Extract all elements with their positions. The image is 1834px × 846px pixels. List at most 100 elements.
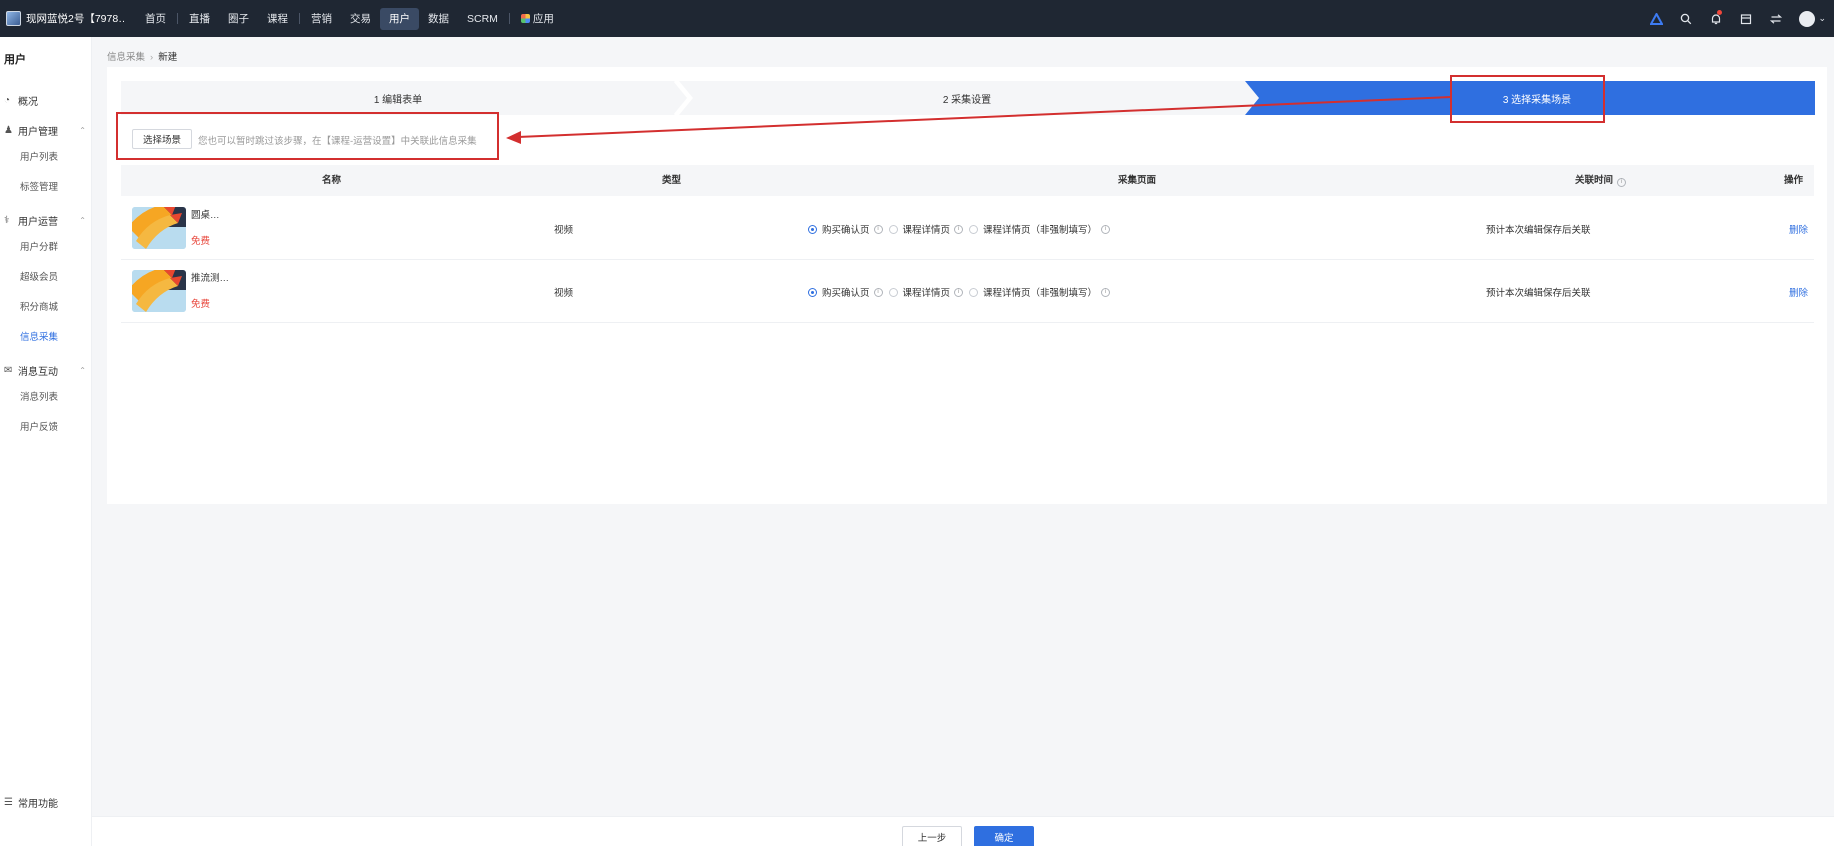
course-name[interactable]: 圆桌… xyxy=(191,207,220,221)
sidebar-item-user-feedback[interactable]: 用户反馈 xyxy=(20,419,58,433)
col-time-label: 关联时间 xyxy=(1575,175,1614,186)
sidebar-item-user-segment[interactable]: 用户分群 xyxy=(20,239,58,253)
relate-time: 预计本次编辑保存后关联 xyxy=(1486,225,1591,236)
breadcrumb-parent[interactable]: 信息采集 xyxy=(107,52,145,63)
course-name[interactable]: 推流测… xyxy=(191,270,229,284)
nav-scrm[interactable]: SCRM xyxy=(458,8,507,30)
user-ops-icon: ⚕ xyxy=(4,215,10,226)
search-icon[interactable] xyxy=(1671,0,1701,37)
sidebar-item-super-member[interactable]: 超级会员 xyxy=(20,269,58,283)
radio-label: 购买确认页 xyxy=(822,225,870,236)
top-right-tools: ⌄ xyxy=(1641,0,1834,37)
sidebar-item-user-list[interactable]: 用户列表 xyxy=(20,149,58,163)
radio-course-detail-optional[interactable]: 课程详情页（非强制填写） i xyxy=(969,285,1111,299)
course-type: 视频 xyxy=(554,225,574,236)
message-icon: ✉ xyxy=(4,365,13,376)
breadcrumb-current: 新建 xyxy=(158,52,178,63)
brand-name: 现网蓝悦2号【7978… xyxy=(26,13,126,25)
sidebar-item-label: 概况 xyxy=(18,97,38,108)
radio-purchase-confirm[interactable]: 购买确认页 i xyxy=(808,222,883,236)
sidebar-group-user-manage[interactable]: ♟ 用户管理 ⌃ xyxy=(4,123,88,138)
radio-label: 课程详情页（非强制填写） xyxy=(983,288,1098,299)
info-icon[interactable]: i xyxy=(1101,224,1111,234)
radio-purchase-confirm[interactable]: 购买确认页 i xyxy=(808,285,883,299)
chevron-up-icon: ⌃ xyxy=(79,126,86,135)
info-icon[interactable]: i xyxy=(1617,178,1627,187)
breadcrumb: 信息采集 › 新建 xyxy=(107,49,177,63)
delete-link[interactable]: 删除 xyxy=(1789,285,1808,299)
info-icon[interactable]: i xyxy=(873,224,883,234)
radio-checked-icon xyxy=(808,224,817,234)
relate-time: 预计本次编辑保存后关联 xyxy=(1486,288,1591,299)
col-page: 采集页面 xyxy=(1118,175,1157,186)
radio-label: 课程详情页 xyxy=(902,288,951,299)
nav-home[interactable]: 首页 xyxy=(136,8,175,30)
confirm-button[interactable]: 确定 xyxy=(974,826,1034,846)
radio-course-detail[interactable]: 课程详情页 i xyxy=(888,222,964,236)
nav-circle[interactable]: 圈子 xyxy=(219,8,258,30)
col-name: 名称 xyxy=(322,175,342,186)
bell-icon[interactable] xyxy=(1701,0,1731,37)
nav-trade[interactable]: 交易 xyxy=(341,8,380,30)
sidebar-item-overview[interactable]: ◔ 概况 xyxy=(4,93,88,108)
radio-label: 课程详情页 xyxy=(902,225,951,236)
radio-unchecked-icon xyxy=(969,287,979,297)
nav-divider xyxy=(508,13,510,24)
sidebar-bottom-label: 常用功能 xyxy=(18,799,58,810)
top-navigation-bar: 现网蓝悦2号【7978… 首页 直播 圈子 课程 营销 交易 用户 数据 SCR… xyxy=(0,0,1834,37)
nav-data[interactable]: 数据 xyxy=(419,8,458,30)
info-icon[interactable]: i xyxy=(954,224,964,234)
delete-link[interactable]: 删除 xyxy=(1789,222,1808,236)
sidebar-group-label: 用户管理 xyxy=(18,127,58,138)
collect-page-radio-group: 购买确认页 i 课程详情页 i 课程详情页（非强制填写） i xyxy=(808,285,1116,299)
col-time: 关联时间 i xyxy=(1575,165,1627,196)
nav-live[interactable]: 直播 xyxy=(180,8,219,30)
switch-icon[interactable] xyxy=(1761,0,1791,37)
info-icon[interactable]: i xyxy=(1101,287,1111,297)
step-3-select-scene[interactable]: 3 选择采集场景 xyxy=(1259,81,1815,115)
step-2-collect-settings[interactable]: 2 采集设置 xyxy=(689,81,1245,115)
course-price: 免费 xyxy=(191,299,211,310)
collect-page-radio-group: 购买确认页 i 课程详情页 i 课程详情页（非强制填写） i xyxy=(808,222,1116,236)
brand[interactable]: 现网蓝悦2号【7978… xyxy=(0,0,136,37)
sidebar-item-points-mall[interactable]: 积分商城 xyxy=(20,299,58,313)
table-row: 圆桌… 免费 视频 购买确认页 i 课程详情页 i 课程详情页（非强制填写） i 预计… xyxy=(121,197,1814,260)
sidebar-item-message-list[interactable]: 消息列表 xyxy=(20,389,58,403)
course-type: 视频 xyxy=(554,288,574,299)
table-header: 名称 类型 采集页面 关联时间 i 操作 xyxy=(121,165,1814,196)
sidebar-group-user-ops[interactable]: ⚕ 用户运营 ⌃ xyxy=(4,213,88,228)
col-action: 操作 xyxy=(1784,175,1804,186)
prev-step-button[interactable]: 上一步 xyxy=(902,826,962,846)
course-price: 免费 xyxy=(191,236,211,247)
select-scene-button[interactable]: 选择场景 xyxy=(132,129,192,149)
info-icon[interactable]: i xyxy=(873,287,883,297)
radio-course-detail[interactable]: 课程详情页 i xyxy=(888,285,964,299)
nav-apps-label: 应用 xyxy=(532,12,554,25)
course-thumbnail xyxy=(132,270,186,312)
chevron-up-icon: ⌃ xyxy=(79,216,86,225)
sidebar-item-tag-manage[interactable]: 标签管理 xyxy=(20,179,58,193)
nav-marketing[interactable]: 营销 xyxy=(302,8,341,30)
breadcrumb-separator-icon: › xyxy=(150,52,154,63)
radio-unchecked-icon xyxy=(969,224,979,234)
nav-user[interactable]: 用户 xyxy=(380,7,419,30)
table-row: 推流测… 免费 视频 购买确认页 i 课程详情页 i 课程详情页（非强制填写） i 预… xyxy=(121,260,1814,323)
chevron-down-icon[interactable]: ⌄ xyxy=(1818,13,1826,24)
sidebar-group-message[interactable]: ✉ 消息互动 ⌃ xyxy=(4,363,88,378)
brand-triangle-icon[interactable] xyxy=(1641,0,1671,37)
nav-apps[interactable]: 应用 xyxy=(512,8,563,30)
radio-label: 购买确认页 xyxy=(822,288,870,299)
nav-course[interactable]: 课程 xyxy=(258,8,297,30)
user-avatar[interactable] xyxy=(1799,10,1816,27)
nav-divider xyxy=(299,13,300,24)
col-type: 类型 xyxy=(662,175,682,186)
sidebar-common-functions[interactable]: ☰ 常用功能 xyxy=(4,795,58,810)
list-icon: ☰ xyxy=(4,797,13,808)
radio-unchecked-icon xyxy=(888,287,898,297)
sidebar-item-info-collect[interactable]: 信息采集 xyxy=(20,329,58,343)
calendar-icon[interactable] xyxy=(1731,0,1761,37)
step-1-edit-form[interactable]: 1 编辑表单 xyxy=(121,81,675,115)
user-manage-icon: ♟ xyxy=(4,125,13,136)
info-icon[interactable]: i xyxy=(954,287,964,297)
radio-course-detail-optional[interactable]: 课程详情页（非强制填写） i xyxy=(969,222,1111,236)
